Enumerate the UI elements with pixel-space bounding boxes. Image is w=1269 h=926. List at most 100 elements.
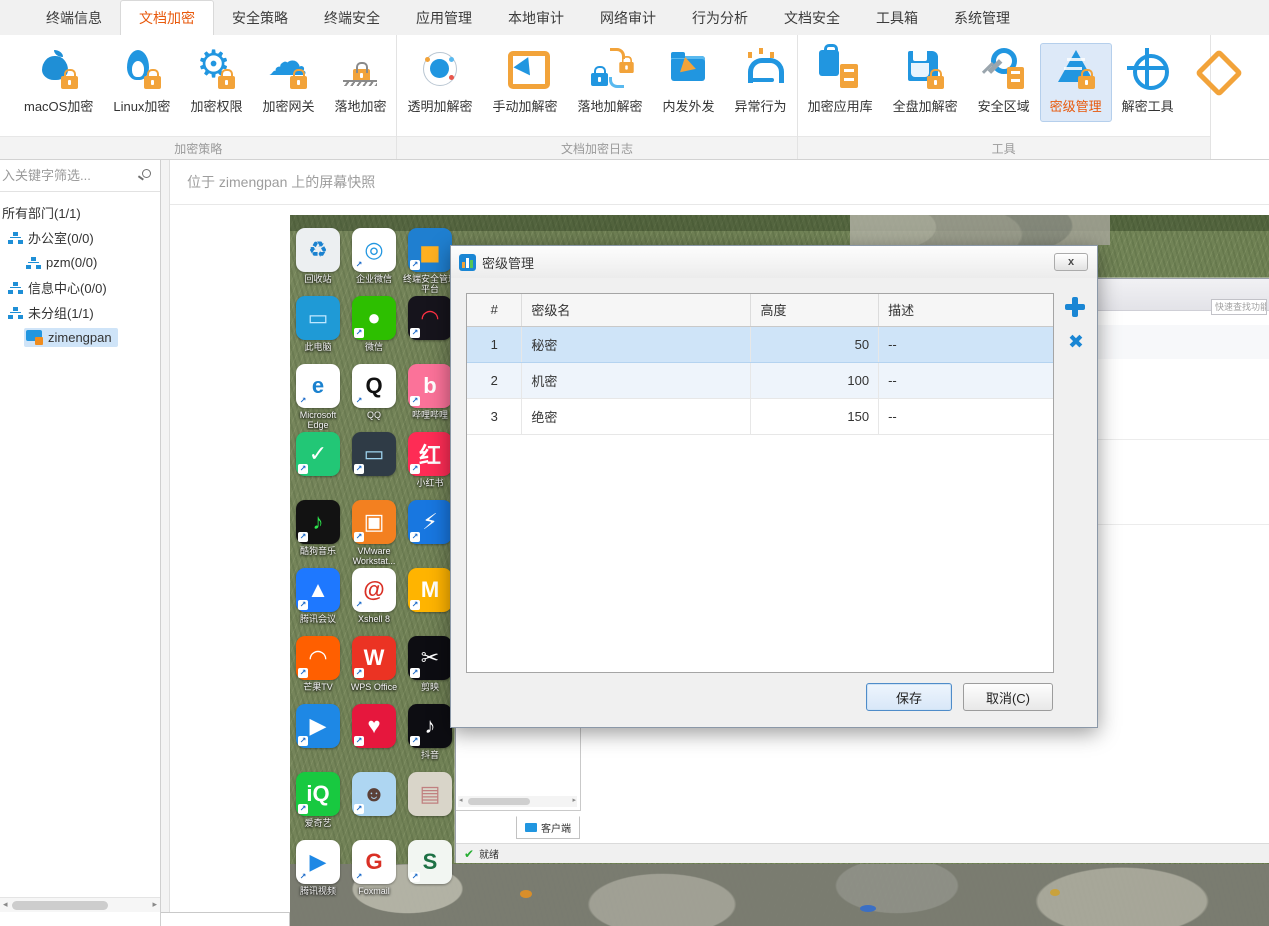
ribbon-item-安全区域[interactable]: 安全区域	[968, 43, 1040, 122]
cancel-button[interactable]: 取消(C)	[963, 683, 1053, 711]
ribbon-item-label: 内发外发	[663, 96, 715, 115]
menu-tab-网络审计[interactable]: 网络审计	[582, 0, 674, 35]
desktop-icon-label	[290, 478, 346, 498]
ribbon-item-Linux加密[interactable]: Linux加密	[103, 43, 180, 122]
sidebar-item-信息中心(0/0)[interactable]: 信息中心(0/0)	[0, 275, 160, 300]
sidebar-item-pzm(0/0)[interactable]: pzm(0/0)	[0, 250, 160, 275]
menu-tab-文档安全[interactable]: 文档安全	[766, 0, 858, 35]
quick-search-box: 快速查找功能	[1211, 299, 1267, 315]
save-button[interactable]: 保存	[866, 683, 952, 711]
desktop-icon-tile-9: ✓↗	[290, 432, 346, 498]
ribbon-group: 密macOS加密Linux加密加密权限加密网关落地加密加密策略	[0, 35, 397, 159]
menu-tab-终端安全[interactable]: 终端安全	[306, 0, 398, 35]
client-tab: 客户端	[516, 816, 580, 839]
crosshair-icon	[1127, 66, 1167, 70]
desktop-icon-label	[346, 818, 402, 838]
cell-num: 1	[467, 326, 522, 362]
sidebar-item-zimengpan[interactable]: zimengpan	[0, 325, 160, 350]
ribbon-item-加密权限[interactable]: 加密权限	[180, 43, 252, 122]
ribbon-item-落地加密[interactable]: 落地加密	[324, 43, 396, 122]
keyword-filter-input[interactable]	[0, 160, 160, 191]
ribbon-item-diamond[interactable]	[1184, 43, 1250, 103]
key-icon	[981, 48, 1027, 90]
tree-node: 信息中心(0/0)	[6, 276, 113, 299]
desktop-icon-label: 回收站	[290, 274, 346, 294]
desktop-icon-label: WPS Office	[346, 682, 402, 702]
ribbon-item-加密应用库[interactable]: 加密应用库	[798, 43, 883, 122]
floppy-icon	[902, 48, 948, 90]
shortcut-arrow-icon: ↗	[298, 872, 308, 882]
add-level-button plus-icon[interactable]	[1063, 295, 1087, 319]
desktop-icon-label	[402, 818, 458, 838]
desktop-icon-label: Foxmail	[346, 886, 402, 906]
screenshot-title: 位于 zimengpan 上的屏幕快照	[187, 172, 375, 192]
ground-icon	[337, 48, 383, 90]
lock-icon	[1078, 76, 1095, 89]
ribbon-item-label: 异常行为	[735, 96, 787, 115]
scrollbar-thumb[interactable]	[12, 901, 108, 910]
cell-desc: --	[879, 326, 1053, 362]
desktop-icon-酷狗音乐: ♪↗酷狗音乐	[290, 500, 346, 566]
ribbon-item-密[interactable]: 密	[0, 43, 14, 122]
ribbon-item-密级管理[interactable]: 密级管理	[1040, 43, 1112, 122]
ribbon-item-macOS加密[interactable]: macOS加密	[14, 43, 103, 122]
ribbon-item-异常行为[interactable]: 异常行为	[725, 43, 797, 122]
sidebar-item-办公室(0/0)[interactable]: 办公室(0/0)	[0, 225, 160, 250]
ribbon-group-label: 文档加密日志	[397, 136, 796, 159]
ribbon-item-手动加解密[interactable]: 手动加解密	[483, 43, 568, 122]
app-icon: ✂↗	[408, 636, 452, 680]
dialog-close-button[interactable]: x	[1054, 253, 1088, 271]
menu-tab-系统管理[interactable]: 系统管理	[936, 0, 1028, 35]
sidebar-horizontal-scrollbar[interactable]: ◂ ▸	[0, 897, 160, 912]
org-chart-icon	[8, 306, 23, 320]
lock-icon	[61, 76, 78, 89]
table-row[interactable]: 1秘密50--	[467, 326, 1053, 362]
ribbon-item-透明加解密[interactable]: 透明加解密	[397, 43, 482, 122]
ribbon-item-内发外发[interactable]: 内发外发	[653, 43, 725, 122]
sidebar-item-未分组(1/1)[interactable]: 未分组(1/1)	[0, 300, 160, 325]
ribbon-items: 密macOS加密Linux加密加密权限加密网关落地加密	[0, 35, 396, 136]
tree-node: pzm(0/0)	[24, 253, 103, 272]
scroll-left-icon[interactable]: ◂	[3, 899, 8, 910]
shortcut-arrow-icon: ↗	[354, 872, 364, 882]
lock-icon	[144, 76, 161, 89]
ribbon-item-落地加解密[interactable]: 落地加解密	[568, 43, 653, 122]
menu-tab-行为分析[interactable]: 行为分析	[674, 0, 766, 35]
app-icon: ◎↗	[352, 228, 396, 272]
desktop-icon-Microsoft Edge: e↗Microsoft Edge	[290, 364, 346, 430]
sidebar-item-所有部门(1/1)[interactable]: 所有部门(1/1)	[0, 200, 160, 225]
menu-tab-终端信息[interactable]: 终端信息	[28, 0, 120, 35]
ribbon-items: 加密应用库全盘加解密安全区域密级管理解密工具	[798, 35, 1210, 136]
screenshot-header: 位于 zimengpan 上的屏幕快照	[170, 160, 1269, 205]
desktop-icon-label	[402, 886, 458, 906]
ribbon-item-解密工具[interactable]: 解密工具	[1112, 43, 1184, 122]
ribbon-item-label: 透明加解密	[407, 96, 472, 115]
shortcut-arrow-icon: ↗	[354, 600, 364, 610]
menu-tab-安全策略[interactable]: 安全策略	[214, 0, 306, 35]
ribbon-item-加密网关[interactable]: 加密网关	[252, 43, 324, 122]
lock-icon	[218, 76, 235, 89]
ribbon-toolbar: 密macOS加密Linux加密加密权限加密网关落地加密加密策略透明加解密手动加解…	[0, 35, 1269, 160]
shortcut-arrow-icon: ↗	[410, 464, 420, 474]
menu-tab-文档加密[interactable]: 文档加密	[120, 0, 214, 35]
desktop-icon-label: 爱奇艺	[290, 818, 346, 838]
shortcut-arrow-icon: ↗	[410, 668, 420, 678]
table-row[interactable]: 2机密100--	[467, 362, 1053, 398]
menu-tab-本地审计[interactable]: 本地审计	[490, 0, 582, 35]
ribbon-group-label: 加密策略	[0, 136, 396, 159]
search-icon	[142, 169, 151, 178]
menu-tab-工具箱[interactable]: 工具箱	[858, 0, 936, 35]
desktop-icon-QQ: Q↗QQ	[346, 364, 402, 430]
desktop-icon-腾讯视频: ▶↗腾讯视频	[290, 840, 346, 906]
table-row[interactable]: 3绝密150--	[467, 398, 1053, 434]
delete-level-button x-icon[interactable]: ✖	[1064, 332, 1088, 356]
menu-tab-应用管理[interactable]: 应用管理	[398, 0, 490, 35]
cell-desc: --	[879, 398, 1053, 434]
dialog-titlebar[interactable]: 密级管理	[451, 246, 1097, 278]
ribbon-group: 加密应用库全盘加解密安全区域密级管理解密工具工具	[798, 35, 1211, 159]
ribbon-item-全盘加解密[interactable]: 全盘加解密	[883, 43, 968, 122]
desktop-icon-回收站: ♻回收站	[290, 228, 346, 294]
scroll-right-icon[interactable]: ▸	[152, 899, 157, 910]
tree-node: 所有部门(1/1)	[0, 201, 87, 224]
desktop-icon-label: Xshell 8	[346, 614, 402, 634]
